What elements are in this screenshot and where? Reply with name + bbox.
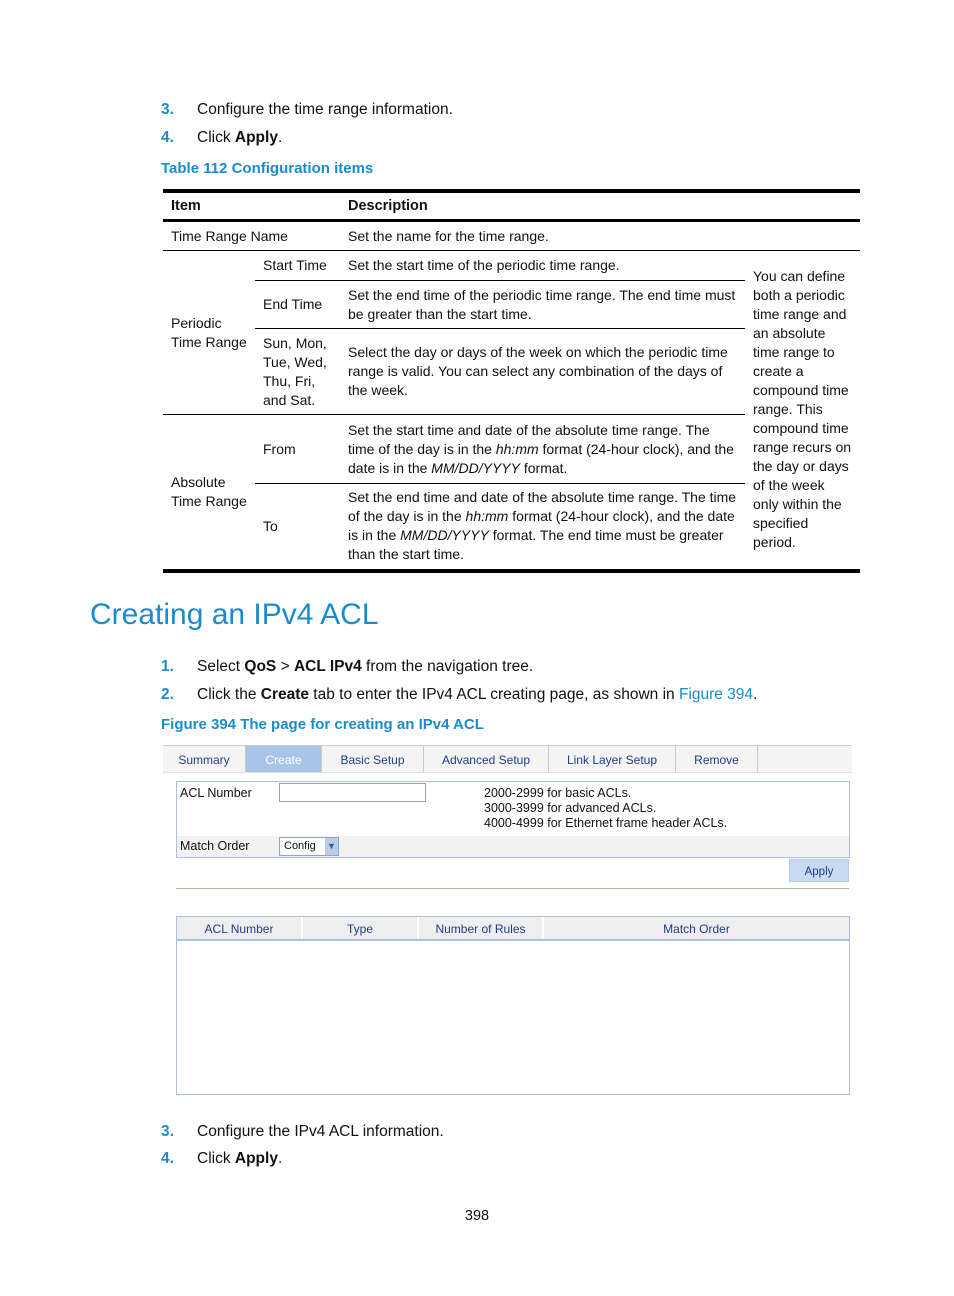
acl-number-hints: 2000-2999 for basic ACLs. 3000-3999 for … [484,786,728,830]
chevron-down-icon: ▼ [325,838,338,855]
column-number-of-rules[interactable]: Number of Rules [419,917,544,939]
table-row: Periodic Time Range Start Time Set the s… [163,250,860,573]
step-2: 2. Click the Create tab to enter the IPv4… [161,686,758,703]
tab-basic-setup[interactable]: Basic Setup [322,746,424,772]
tab-remove[interactable]: Remove [676,746,758,772]
tab-bar: Summary Create Basic Setup Advanced Setu… [163,745,852,773]
tab-link-layer-setup[interactable]: Link Layer Setup [549,746,676,772]
table-row: Time Range Name Set the name for the tim… [171,227,549,244]
document-page: 3. Configure the time range information. … [0,0,954,1296]
table-note: You can define both a periodic time rang… [745,250,860,573]
tab-advanced-setup[interactable]: Advanced Setup [424,746,549,772]
step-4: 4. Click Apply. [161,129,283,146]
page-number: 398 [464,1208,490,1224]
divider [176,888,849,889]
step-3: 3. Configure the time range information. [161,101,453,118]
acl-list-header: ACL Number Type Number of Rules Match Or… [177,917,849,941]
acl-list-table: ACL Number Type Number of Rules Match Or… [176,916,850,1095]
match-order-row: Match Order Config ▼ [177,836,849,857]
configuration-table: Item Description Time Range Name Set the… [163,189,860,573]
match-order-label: Match Order [180,839,250,853]
create-acl-form: ACL Number 2000-2999 for basic ACLs. 300… [176,781,850,858]
column-type[interactable]: Type [303,917,419,939]
step-1: 1. Select QoS > ACL IPv4 from the navigat… [161,658,534,675]
column-match-order[interactable]: Match Order [544,917,849,939]
table-header: Item Description [163,189,860,222]
figure-caption: Figure 394 The page for creating an IPv4… [161,716,484,733]
tab-create[interactable]: Create [246,746,322,772]
tab-summary[interactable]: Summary [163,746,246,772]
apply-button[interactable]: Apply [789,859,849,882]
section-title: Creating an IPv4 ACL [90,598,379,631]
figure-link[interactable]: Figure 394 [679,686,753,703]
step-3-bottom: 3. Configure the IPv4 ACL information. [161,1123,444,1140]
acl-number-input[interactable] [279,783,426,802]
acl-number-label: ACL Number [180,786,252,800]
step-4-bottom: 4. Click Apply. [161,1150,283,1167]
table-caption: Table 112 Configuration items [161,160,374,177]
column-acl-number[interactable]: ACL Number [177,917,303,939]
match-order-select[interactable]: Config ▼ [279,837,339,856]
